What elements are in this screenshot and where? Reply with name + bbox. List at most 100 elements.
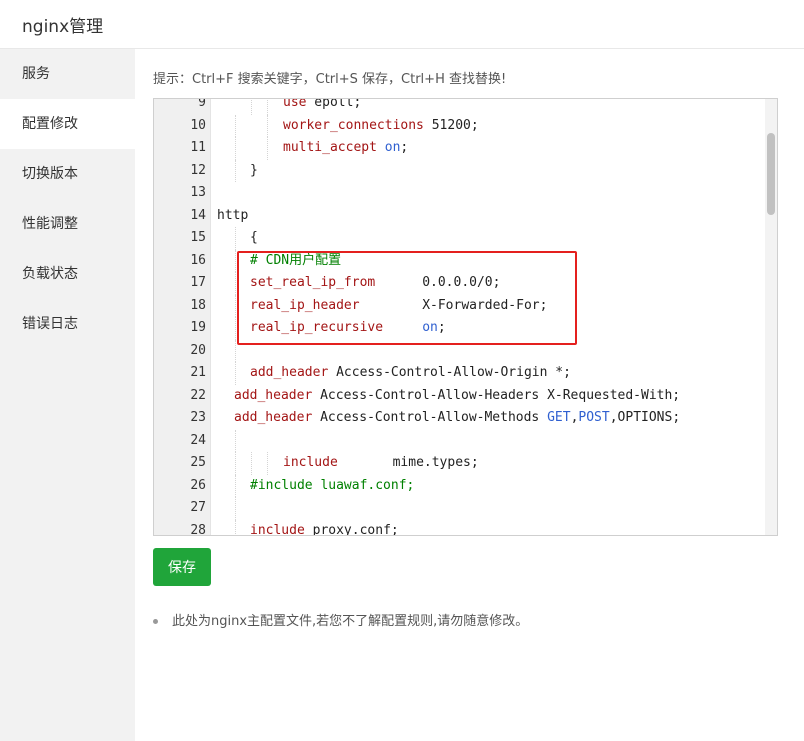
code-token: on: [384, 140, 401, 155]
indent-guide: [235, 474, 236, 497]
code-line[interactable]: 18 real_ip_header X-Forwarded-For;: [154, 294, 764, 318]
line-number: 9: [198, 98, 206, 110]
window-title: nginx管理: [22, 17, 104, 37]
code-line[interactable]: 20: [154, 339, 764, 362]
code-line[interactable]: 19 real_ip_recursive on;: [154, 317, 764, 340]
sidebar-item-4[interactable]: 负载状态: [0, 249, 135, 299]
bullet-icon: [153, 619, 158, 624]
code-token: http: [217, 207, 249, 223]
code-line[interactable]: 22 add_header Access-Control-Allow-Header…: [154, 385, 764, 408]
editor-scrollbar-thumb[interactable]: [767, 133, 775, 215]
code-line[interactable]: 25 include mime.types;: [154, 452, 764, 475]
code-line[interactable]: 16 # CDN用户配置: [154, 249, 764, 273]
indent-guide: [235, 137, 236, 160]
sidebar-item-3[interactable]: 性能调整: [0, 199, 135, 249]
code-token: on: [422, 320, 438, 335]
line-number: 15: [190, 230, 206, 245]
indent-guide: [267, 137, 268, 160]
code-text: add_header Access-Control-Allow-Methods …: [234, 407, 680, 430]
code-token: Access-Control-Allow-Methods: [312, 410, 548, 425]
code-line[interactable]: 15 {: [154, 227, 764, 250]
code-lines[interactable]: 9 use epoll; 10 worker_connections 51200; 11…: [154, 98, 764, 536]
indent-guide: [235, 317, 236, 340]
indent-guide: [235, 429, 236, 452]
code-line[interactable]: 12}: [154, 159, 764, 183]
sidebar-item-0[interactable]: 服务: [0, 49, 135, 99]
indent-guide: [235, 159, 236, 182]
code-token: ;: [437, 320, 446, 335]
code-token: proxy.conf;: [304, 522, 399, 536]
indent-guide: [235, 362, 236, 385]
code-text: set_real_ip_from 0.0.0.0/0;: [250, 272, 500, 295]
code-token: }: [250, 162, 258, 178]
code-token: mime.types;: [337, 455, 479, 470]
code-line[interactable]: 14 http: [154, 205, 764, 228]
code-text: use epoll;: [283, 98, 362, 115]
line-number: 11: [190, 140, 206, 155]
config-warning-text: 此处为nginx主配置文件,若您不了解配置规则,请勿随意修改。: [172, 614, 529, 629]
code-line[interactable]: 24: [154, 429, 764, 452]
shortcut-hint: 提示：Ctrl+F 搜索关键字，Ctrl+S 保存，Ctrl+H 查找替换!: [153, 72, 507, 87]
code-token: set_real_ip_from: [250, 275, 376, 290]
line-number: 25: [190, 455, 206, 470]
code-line[interactable]: 23 add_header Access-Control-Allow-Method…: [154, 407, 764, 430]
code-token: add_header: [234, 410, 313, 425]
indent-guide: [235, 249, 236, 272]
code-line[interactable]: 10 worker_connections 51200;: [154, 114, 764, 138]
line-number: 26: [190, 477, 206, 493]
code-token: 51200;: [423, 117, 479, 133]
line-number: 16: [190, 252, 206, 268]
indent-guide: [235, 339, 236, 362]
code-line[interactable]: 21 add_header Access-Control-Allow-Origin…: [154, 362, 764, 385]
line-number: 27: [190, 500, 206, 515]
code-text: # CDN用户配置: [250, 250, 341, 273]
code-token: real_ip_header: [250, 297, 360, 313]
code-text: {: [250, 227, 258, 250]
editor-scrollbar[interactable]: [765, 99, 777, 535]
line-number: 23: [190, 410, 206, 425]
code-line[interactable]: 27: [154, 497, 764, 520]
code-token: use: [283, 98, 307, 110]
code-token: Access-Control-Allow-Headers X-Requested…: [312, 387, 681, 403]
code-token: epoll;: [306, 98, 362, 110]
config-warning-note: 此处为nginx主配置文件,若您不了解配置规则,请勿随意修改。: [153, 610, 528, 629]
config-editor[interactable]: 9 use epoll; 10 worker_connections 51200; 11…: [153, 98, 778, 536]
code-line[interactable]: 28 include proxy.conf;: [154, 519, 764, 536]
sidebar-item-5[interactable]: 错误日志: [0, 299, 135, 349]
code-line[interactable]: 13: [154, 182, 764, 205]
window-titlebar: nginx管理: [0, 0, 804, 49]
line-number: 22: [190, 387, 206, 403]
line-number: 12: [190, 162, 206, 178]
code-token: include: [283, 455, 338, 470]
indent-guide: [267, 114, 268, 137]
indent-guide: [235, 497, 236, 520]
sidebar-item-2[interactable]: 切换版本: [0, 149, 135, 199]
code-token: {: [250, 230, 258, 245]
indent-guide: [235, 519, 236, 535]
line-number: 21: [190, 365, 206, 380]
code-text: }: [250, 160, 258, 183]
code-token: #include luawaf.conf;: [250, 477, 415, 493]
code-line[interactable]: 26 #include luawaf.conf;: [154, 474, 764, 497]
code-text: real_ip_header X-Forwarded-For;: [250, 295, 547, 318]
indent-guide: [235, 227, 236, 250]
code-token: worker_connections: [283, 117, 424, 133]
code-token: multi_accept: [283, 140, 377, 155]
code-token: POST: [578, 410, 610, 425]
save-button[interactable]: 保存: [153, 548, 211, 586]
line-number: 17: [190, 275, 206, 290]
indent-guide: [235, 114, 236, 137]
code-line[interactable]: 9 use epoll;: [154, 98, 764, 115]
indent-guide: [251, 452, 252, 475]
code-token: add_header: [234, 387, 313, 403]
indent-guide: [267, 452, 268, 475]
code-token: real_ip_recursive: [250, 320, 384, 335]
code-token: X-Forwarded-For;: [359, 297, 548, 313]
code-line[interactable]: 11 multi_accept on;: [154, 137, 764, 160]
sidebar-item-1[interactable]: 配置修改: [0, 99, 135, 149]
code-text: http: [217, 205, 248, 228]
code-line[interactable]: 17 set_real_ip_from 0.0.0.0/0;: [154, 272, 764, 295]
indent-guide: [235, 452, 236, 475]
code-text: worker_connections 51200;: [283, 115, 479, 138]
